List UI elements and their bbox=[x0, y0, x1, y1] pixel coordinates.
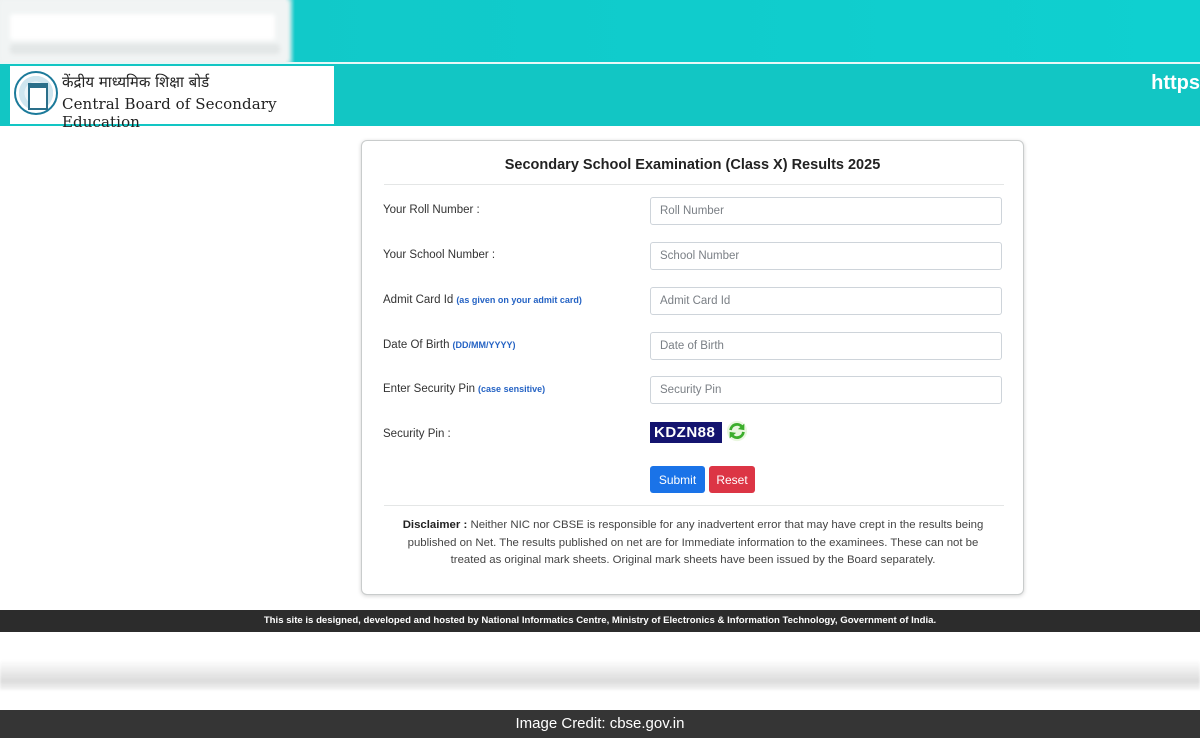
disclaimer-heading: Disclaimer : bbox=[402, 519, 468, 531]
browser-top-strip bbox=[0, 0, 1200, 62]
roll-number-label: Your Roll Number : bbox=[383, 204, 480, 216]
school-number-label-text: Your School Number : bbox=[383, 249, 496, 261]
submit-button[interactable]: Submit bbox=[650, 466, 705, 493]
roll-number-label-text: Your Roll Number : bbox=[383, 204, 480, 216]
blurred-browser-chrome bbox=[0, 0, 290, 62]
school-number-input[interactable] bbox=[650, 242, 1002, 270]
case-sensitive-hint: (case sensitive) bbox=[478, 384, 546, 394]
logo-hindi-text: केंद्रीय माध्यमिक शिक्षा बोर्ड bbox=[62, 73, 210, 91]
logo-english-text: Central Board of Secondary Education bbox=[62, 95, 277, 131]
security-pin-label: Security Pin : bbox=[383, 428, 451, 440]
admit-card-label-text: Admit Card Id bbox=[383, 294, 454, 306]
dob-input[interactable] bbox=[650, 332, 1002, 360]
blurred-subtext bbox=[10, 44, 280, 54]
security-pin-input[interactable] bbox=[650, 376, 1002, 404]
captcha-image: KDZN88 bbox=[650, 422, 722, 443]
dob-label-text: Date Of Birth bbox=[383, 339, 450, 351]
site-header: केंद्रीय माध्यमिक शिक्षा बोर्ड Central B… bbox=[0, 62, 1200, 131]
divider bbox=[384, 184, 1004, 185]
blurred-address-area bbox=[10, 14, 275, 40]
dob-format-hint: (DD/MM/YYYY) bbox=[452, 340, 516, 350]
security-pin-entry-label: Enter Security Pin (case sensitive) bbox=[383, 383, 545, 395]
image-credit-text: Image Credit: cbse.gov.in bbox=[515, 715, 685, 732]
admit-card-label: Admit Card Id (as given on your admit car… bbox=[383, 294, 582, 306]
school-number-label: Your School Number : bbox=[383, 249, 495, 261]
blurred-bottom-area bbox=[0, 660, 1200, 690]
footer-text: This site is designed, developed and hos… bbox=[263, 615, 937, 626]
disclaimer: Disclaimer : Neither NIC nor CBSE is res… bbox=[392, 517, 994, 570]
cbse-seal-icon bbox=[14, 71, 58, 115]
security-pin-label-text: Security Pin : bbox=[383, 428, 451, 440]
admit-card-id-input[interactable] bbox=[650, 287, 1002, 315]
url-fragment: https bbox=[1151, 72, 1200, 94]
form-title: Secondary School Examination (Class X) R… bbox=[504, 157, 881, 173]
cbse-logo[interactable]: केंद्रीय माध्यमिक शिक्षा बोर्ड Central B… bbox=[10, 66, 334, 131]
dob-label: Date Of Birth (DD/MM/YYYY) bbox=[383, 339, 515, 351]
admit-card-hint: (as given on your admit card) bbox=[456, 295, 582, 305]
refresh-icon[interactable] bbox=[726, 420, 748, 442]
image-credit-bar: Image Credit: cbse.gov.in bbox=[0, 710, 1200, 738]
divider bbox=[384, 505, 1004, 506]
security-pin-entry-label-text: Enter Security Pin bbox=[383, 383, 476, 395]
disclaimer-text: Neither NIC nor CBSE is responsible for … bbox=[407, 519, 984, 566]
roll-number-input[interactable] bbox=[650, 197, 1002, 225]
site-footer: This site is designed, developed and hos… bbox=[0, 610, 1200, 632]
result-form-card: Secondary School Examination (Class X) R… bbox=[361, 140, 1024, 595]
reset-button[interactable]: Reset bbox=[709, 466, 755, 493]
